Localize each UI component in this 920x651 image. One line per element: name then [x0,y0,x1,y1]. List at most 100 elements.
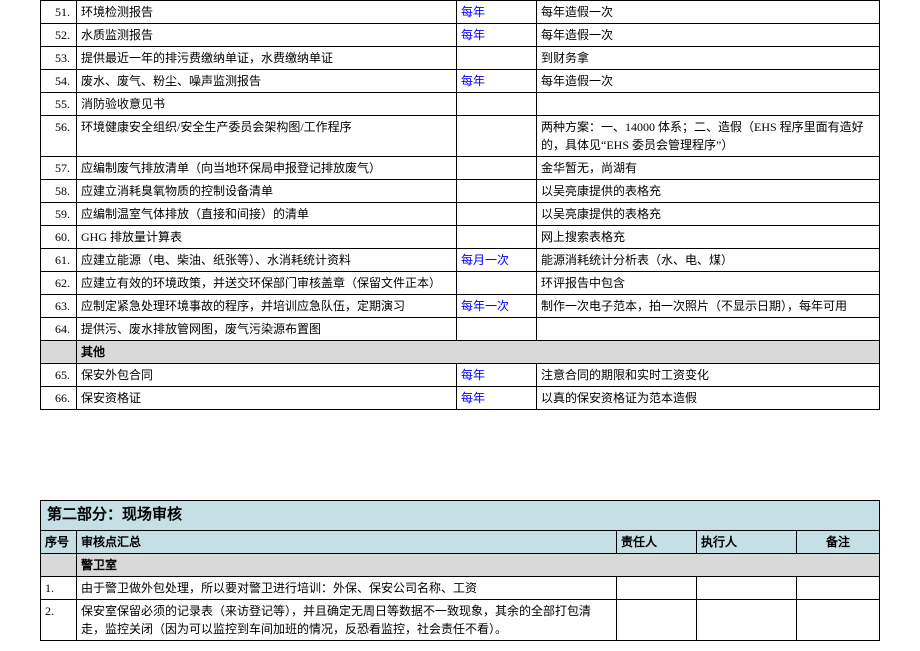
row-description: 消防验收意见书 [77,93,457,116]
row-number: 1. [41,576,77,599]
part2-title: 第二部分：现场审核 [41,501,880,531]
row-number: 56. [41,116,77,157]
row-executor [697,576,797,599]
row-number: 51. [41,1,77,24]
row-note: 到财务拿 [537,47,880,70]
row-description: GHG 排放量计算表 [77,226,457,249]
table-row: 63.应制定紧急处理环境事故的程序，并培训应急队伍，定期演习每年一次制作一次电子… [41,295,880,318]
row-frequency: 每年一次 [457,295,537,318]
audit-table-part2: 第二部分：现场审核 序号 审核点汇总 责任人 执行人 备注 警卫室 1.由于警卫… [40,500,880,641]
row-frequency: 每月一次 [457,249,537,272]
row-number: 61. [41,249,77,272]
row-note: 每年造假一次 [537,70,880,93]
table-row: 52.水质监测报告每年每年造假一次 [41,24,880,47]
table-row: 61.应建立能源（电、柴油、纸张等）、水消耗统计资料每月一次能源消耗统计分析表（… [41,249,880,272]
row-owner [617,576,697,599]
row-executor [697,599,797,640]
row-number: 62. [41,272,77,295]
row-description: 保安资格证 [77,387,457,410]
table-row: 1.由于警卫做外包处理，所以要对警卫进行培训：外保、保安公司名称、工资 [41,576,880,599]
row-frequency: 每年 [457,1,537,24]
table-row: 51.环境检测报告每年每年造假一次 [41,1,880,24]
row-note: 两种方案：一、14000 体系；二、造假（EHS 程序里面有造好的，具体见“EH… [537,116,880,157]
p2-section-blank [41,553,77,576]
row-number: 55. [41,93,77,116]
p2-header-seq: 序号 [41,530,77,553]
table-row: 58.应建立消耗臭氧物质的控制设备清单 以吴亮康提供的表格充 [41,180,880,203]
row-frequency [457,272,537,295]
p2-header-remark: 备注 [797,530,880,553]
table-row: 64.提供污、废水排放管网图，废气污染源布置图 [41,318,880,341]
row-frequency [457,203,537,226]
row-note: 网上搜索表格充 [537,226,880,249]
row-description: 应建立能源（电、柴油、纸张等）、水消耗统计资料 [77,249,457,272]
row-note: 以吴亮康提供的表格充 [537,203,880,226]
row-number: 54. [41,70,77,93]
row-number: 63. [41,295,77,318]
row-remark [797,599,880,640]
row-note: 每年造假一次 [537,1,880,24]
row-description: 废水、废气、粉尘、噪声监测报告 [77,70,457,93]
row-description: 保安室保留必须的记录表（来访登记等），并且确定无周日等数据不一致现象，其余的全部… [77,599,617,640]
p2-header-owner: 责任人 [617,530,697,553]
row-frequency: 每年 [457,70,537,93]
row-number: 66. [41,387,77,410]
table-row: 56.环境健康安全组织/安全生产委员会架构图/工作程序 两种方案：一、14000 … [41,116,880,157]
row-note [537,318,880,341]
row-note: 制作一次电子范本，拍一次照片（不显示日期），每年可用 [537,295,880,318]
row-number: 58. [41,180,77,203]
row-frequency [457,93,537,116]
table-row: 62.应建立有效的环境政策，并送交环保部门审核盖章（保留文件正本） 环评报告中包含 [41,272,880,295]
row-description: 应建立有效的环境政策，并送交环保部门审核盖章（保留文件正本） [77,272,457,295]
row-number: 57. [41,157,77,180]
table-row: 2.保安室保留必须的记录表（来访登记等），并且确定无周日等数据不一致现象，其余的… [41,599,880,640]
row-number: 59. [41,203,77,226]
row-description: 环境检测报告 [77,1,457,24]
row-note: 能源消耗统计分析表（水、电、煤） [537,249,880,272]
row-frequency [457,318,537,341]
row-note: 环评报告中包含 [537,272,880,295]
row-description: 由于警卫做外包处理，所以要对警卫进行培训：外保、保安公司名称、工资 [77,576,617,599]
table-row: 65.保安外包合同每年注意合同的期限和实时工资变化 [41,364,880,387]
table-row: 66.保安资格证每年以真的保安资格证为范本造假 [41,387,880,410]
table-row: 53.提供最近一年的排污费缴纳单证，水费缴纳单证 到财务拿 [41,47,880,70]
section-blank [41,341,77,364]
row-description: 应编制温室气体排放（直接和间接）的清单 [77,203,457,226]
row-description: 提供污、废水排放管网图，废气污染源布置图 [77,318,457,341]
row-frequency [457,157,537,180]
row-frequency [457,180,537,203]
p2-header-summary: 审核点汇总 [77,530,617,553]
row-number: 52. [41,24,77,47]
row-frequency: 每年 [457,387,537,410]
row-note: 每年造假一次 [537,24,880,47]
row-frequency [457,226,537,249]
p2-section-guardroom: 警卫室 [77,553,880,576]
row-description: 提供最近一年的排污费缴纳单证，水费缴纳单证 [77,47,457,70]
row-number: 60. [41,226,77,249]
section-label-other: 其他 [77,341,880,364]
row-description: 环境健康安全组织/安全生产委员会架构图/工作程序 [77,116,457,157]
row-number: 2. [41,599,77,640]
row-owner [617,599,697,640]
row-description: 应编制废气排放清单（向当地环保局申报登记排放废气） [77,157,457,180]
row-number: 53. [41,47,77,70]
row-remark [797,576,880,599]
row-description: 水质监测报告 [77,24,457,47]
row-frequency: 每年 [457,364,537,387]
row-note: 以真的保安资格证为范本造假 [537,387,880,410]
row-frequency [457,47,537,70]
row-note: 以吴亮康提供的表格充 [537,180,880,203]
table-row: 55.消防验收意见书 [41,93,880,116]
row-note [537,93,880,116]
row-description: 保安外包合同 [77,364,457,387]
table-row: 57.应编制废气排放清单（向当地环保局申报登记排放废气） 金华暂无，尚湖有 [41,157,880,180]
audit-table-part1: 51.环境检测报告每年每年造假一次52.水质监测报告每年每年造假一次53.提供最… [40,0,880,410]
row-note: 金华暂无，尚湖有 [537,157,880,180]
row-description: 应建立消耗臭氧物质的控制设备清单 [77,180,457,203]
table-row: 60.GHG 排放量计算表 网上搜索表格充 [41,226,880,249]
table-row: 59.应编制温室气体排放（直接和间接）的清单 以吴亮康提供的表格充 [41,203,880,226]
row-note: 注意合同的期限和实时工资变化 [537,364,880,387]
p2-header-executor: 执行人 [697,530,797,553]
row-number: 64. [41,318,77,341]
section-row-other: 其他 [41,341,880,364]
